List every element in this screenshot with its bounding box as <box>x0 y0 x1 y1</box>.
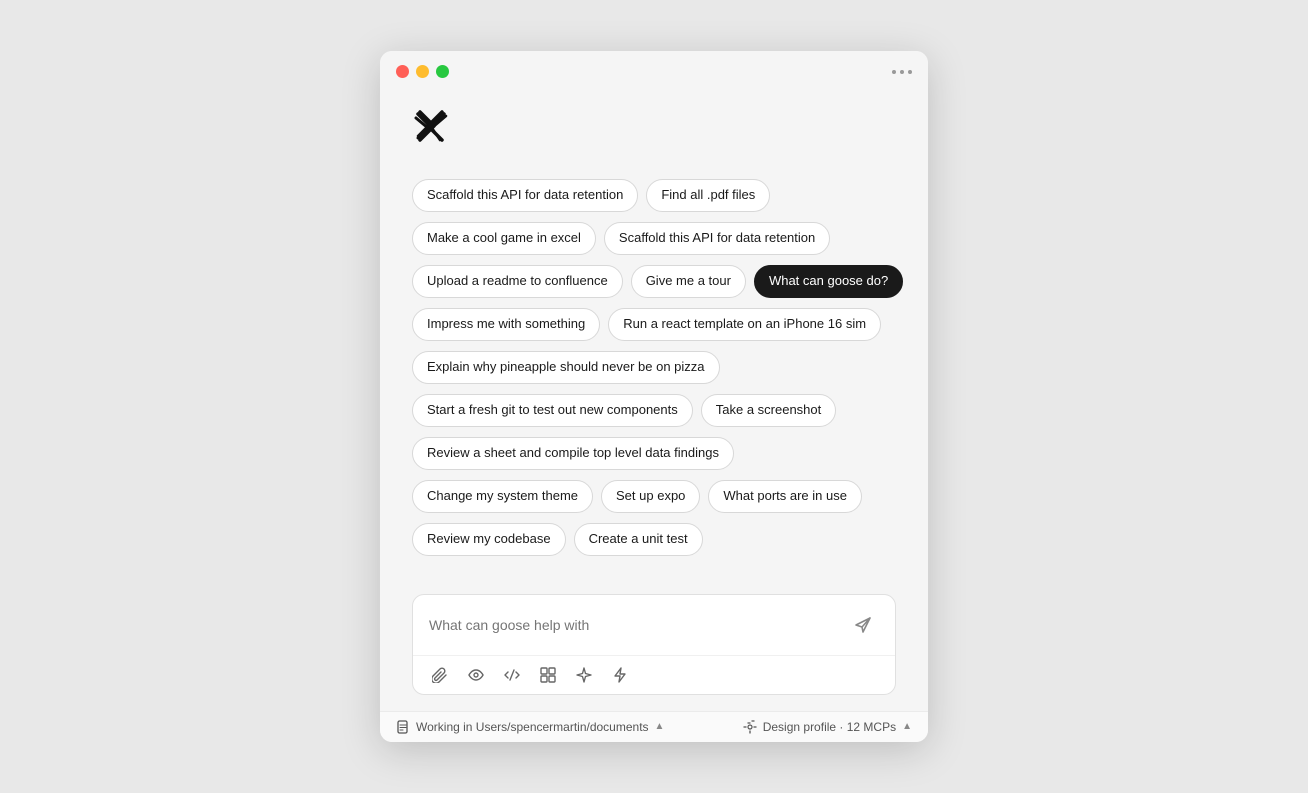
profile-label: Design profile · 12 MCPs <box>763 720 896 734</box>
chip-row: Explain why pineapple should never be on… <box>412 351 896 384</box>
input-wrapper <box>380 576 928 711</box>
maximize-button[interactable] <box>436 65 449 78</box>
traffic-lights <box>396 65 449 78</box>
suggestion-chip[interactable]: Create a unit test <box>574 523 703 556</box>
chevron-up-icon[interactable]: ▲ <box>655 721 665 732</box>
chip-row: Scaffold this API for data retentionFind… <box>412 179 896 212</box>
sparkle-icon[interactable] <box>573 664 595 686</box>
profile-icon <box>743 720 757 734</box>
grid-icon[interactable] <box>537 664 559 686</box>
minimize-button[interactable] <box>416 65 429 78</box>
send-icon <box>854 616 872 634</box>
chat-input[interactable] <box>429 617 839 633</box>
suggestions-area: Scaffold this API for data retentionFind… <box>412 179 896 555</box>
suggestion-chip[interactable]: Find all .pdf files <box>646 179 770 212</box>
chip-row: Impress me with somethingRun a react tem… <box>412 308 896 341</box>
suggestion-chip[interactable]: Run a react template on an iPhone 16 sim <box>608 308 881 341</box>
statusbar-right: Design profile · 12 MCPs ▲ <box>743 720 912 734</box>
chip-row: Change my system themeSet up expoWhat po… <box>412 480 896 513</box>
suggestion-chip[interactable]: Impress me with something <box>412 308 600 341</box>
suggestion-chip[interactable]: Review a sheet and compile top level dat… <box>412 437 734 470</box>
statusbar: Working in Users/spencermartin/documents… <box>380 711 928 742</box>
chevron-up-icon-right[interactable]: ▲ <box>902 721 912 732</box>
chip-row: Make a cool game in excelScaffold this A… <box>412 222 896 255</box>
suggestion-chip[interactable]: Start a fresh git to test out new compon… <box>412 394 693 427</box>
statusbar-left: Working in Users/spencermartin/documents… <box>396 720 664 734</box>
suggestion-chip[interactable]: Take a screenshot <box>701 394 837 427</box>
dot-icon <box>908 70 912 74</box>
titlebar <box>380 51 928 88</box>
suggestion-chip[interactable]: Give me a tour <box>631 265 746 298</box>
close-button[interactable] <box>396 65 409 78</box>
bolt-icon[interactable] <box>609 664 631 686</box>
preview-icon[interactable] <box>465 664 487 686</box>
suggestion-chip[interactable]: Set up expo <box>601 480 700 513</box>
file-icon <box>396 720 410 734</box>
working-dir-label: Working in Users/spencermartin/documents <box>416 720 649 734</box>
app-window: Scaffold this API for data retentionFind… <box>380 51 928 741</box>
toolbar <box>413 655 895 694</box>
app-logo <box>412 106 896 149</box>
suggestion-chip[interactable]: Scaffold this API for data retention <box>604 222 830 255</box>
suggestion-chip[interactable]: What ports are in use <box>708 480 862 513</box>
attachment-icon[interactable] <box>429 664 451 686</box>
menu-dots[interactable] <box>892 70 912 74</box>
chip-row: Review my codebaseCreate a unit test <box>412 523 896 556</box>
main-content: Scaffold this API for data retentionFind… <box>380 88 928 575</box>
suggestion-chip[interactable]: Scaffold this API for data retention <box>412 179 638 212</box>
code-icon[interactable] <box>501 664 523 686</box>
suggestion-chip[interactable]: Explain why pineapple should never be on… <box>412 351 720 384</box>
suggestion-chip[interactable]: What can goose do? <box>754 265 903 298</box>
input-row <box>413 595 895 655</box>
input-container <box>412 594 896 695</box>
dot-icon <box>900 70 904 74</box>
suggestion-chip[interactable]: Make a cool game in excel <box>412 222 596 255</box>
suggestion-chip[interactable]: Change my system theme <box>412 480 593 513</box>
dot-icon <box>892 70 896 74</box>
suggestion-chip[interactable]: Review my codebase <box>412 523 566 556</box>
suggestion-chip[interactable]: Upload a readme to confluence <box>412 265 623 298</box>
chip-row: Review a sheet and compile top level dat… <box>412 437 896 470</box>
send-button[interactable] <box>847 609 879 641</box>
chip-row: Upload a readme to confluenceGive me a t… <box>412 265 896 298</box>
chip-row: Start a fresh git to test out new compon… <box>412 394 896 427</box>
